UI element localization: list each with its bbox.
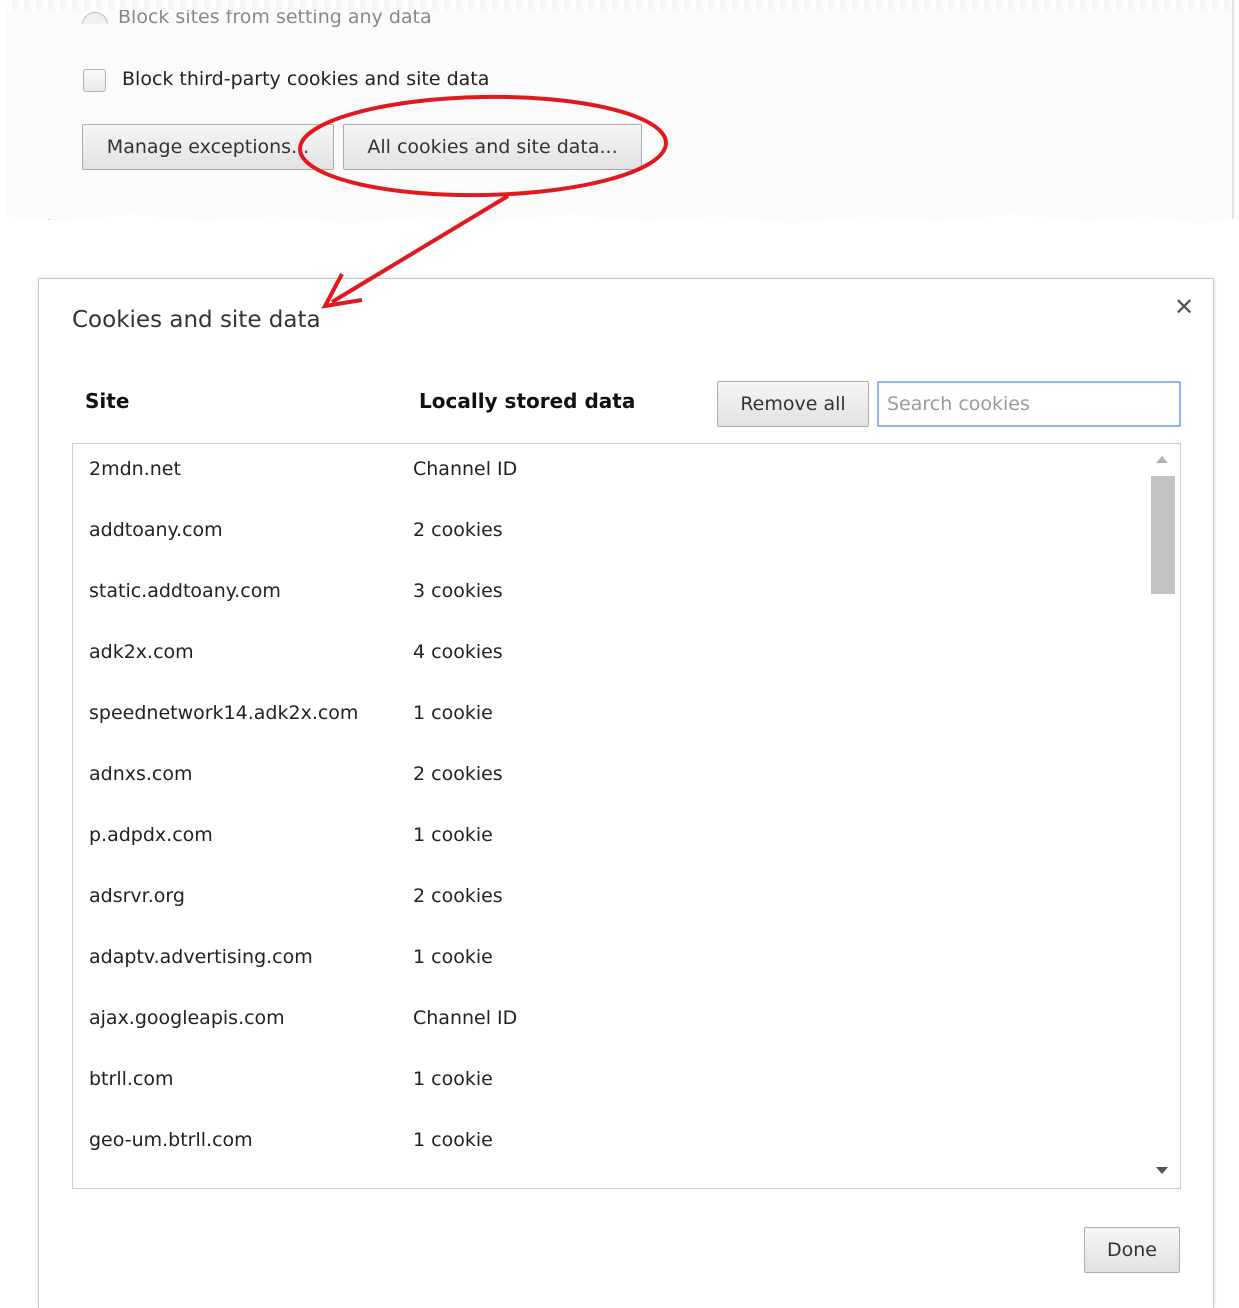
cookie-site: speednetwork14.adk2x.com: [89, 702, 359, 724]
cookie-row[interactable]: ajax.googleapis.com Channel ID: [73, 995, 1143, 1056]
cookie-site: btrll.com: [89, 1068, 174, 1090]
scrollbar[interactable]: [1146, 444, 1180, 1188]
cookie-data: 1 cookie: [413, 702, 493, 724]
cookie-data: 2 cookies: [413, 885, 503, 907]
cookie-site: 2mdn.net: [89, 458, 181, 480]
scroll-up-icon[interactable]: [1156, 456, 1168, 463]
scroll-down-icon[interactable]: [1156, 1167, 1168, 1174]
manage-exceptions-button[interactable]: Manage exceptions...: [82, 124, 334, 170]
cookie-site: adnxs.com: [89, 763, 193, 785]
block-all-label: Block sites from setting any data: [118, 10, 432, 28]
column-header-site: Site: [85, 389, 130, 413]
cookie-row[interactable]: adnxs.com 2 cookies: [73, 751, 1143, 812]
cookie-site: ajax.googleapis.com: [89, 1007, 285, 1029]
cookie-row[interactable]: adsrvr.org 2 cookies: [73, 873, 1143, 934]
cookie-data: 1 cookie: [413, 824, 493, 846]
dialog-title: Cookies and site data: [72, 307, 321, 333]
cookie-row[interactable]: adk2x.com 4 cookies: [73, 629, 1143, 690]
cookie-row[interactable]: btrll.com 1 cookie: [73, 1056, 1143, 1117]
cookie-row[interactable]: static.addtoany.com 3 cookies: [73, 568, 1143, 629]
cookie-row[interactable]: addtoany.com 2 cookies: [73, 507, 1143, 568]
search-cookies-input[interactable]: [877, 381, 1181, 427]
cookies-dialog: Cookies and site data ✕ Site Locally sto…: [38, 278, 1214, 1308]
settings-snippet: Block sites from setting any data Block …: [6, 0, 1234, 238]
cookie-data: Channel ID: [413, 458, 518, 480]
scroll-thumb[interactable]: [1151, 476, 1175, 594]
block-all-radio[interactable]: [82, 12, 108, 24]
cookie-data: 3 cookies: [413, 580, 503, 602]
block-third-party-label: Block third-party cookies and site data: [122, 68, 490, 90]
cookie-data: Channel ID: [413, 1007, 518, 1029]
block-third-party-checkbox[interactable]: [83, 69, 106, 92]
cookie-data: 1 cookie: [413, 1068, 493, 1090]
cookie-row[interactable]: geo-um.btrll.com 1 cookie: [73, 1117, 1143, 1178]
done-button[interactable]: Done: [1084, 1227, 1180, 1273]
cookie-row[interactable]: adaptv.advertising.com 1 cookie: [73, 934, 1143, 995]
cookie-data: 1 cookie: [413, 1129, 493, 1151]
cookie-site: adk2x.com: [89, 641, 194, 663]
cookie-data: 4 cookies: [413, 641, 503, 663]
cookie-data: 1 cookie: [413, 946, 493, 968]
cookie-site: adaptv.advertising.com: [89, 946, 313, 968]
cookie-site: addtoany.com: [89, 519, 223, 541]
cookie-site: p.adpdx.com: [89, 824, 213, 846]
column-header-data: Locally stored data: [419, 389, 636, 413]
cookie-row[interactable]: speednetwork14.adk2x.com 1 cookie: [73, 690, 1143, 751]
torn-edge: [6, 0, 1232, 10]
images-section-heading: Images: [46, 216, 116, 238]
cookie-row[interactable]: 2mdn.net Channel ID: [73, 446, 1143, 507]
cookie-site: geo-um.btrll.com: [89, 1129, 253, 1151]
cookie-row[interactable]: p.adpdx.com 1 cookie: [73, 812, 1143, 873]
cookie-list: geo-um.btrll.com 1 cookie btrll.com 1 cooki…: [72, 443, 1181, 1189]
cookie-data: 2 cookies: [413, 763, 503, 785]
all-cookies-button[interactable]: All cookies and site data...: [343, 124, 642, 170]
cookie-data: 2 cookies: [413, 519, 503, 541]
remove-all-button[interactable]: Remove all: [717, 381, 869, 427]
cookie-site: adsrvr.org: [89, 885, 185, 907]
cookie-site: static.addtoany.com: [89, 580, 281, 602]
close-icon[interactable]: ✕: [1173, 293, 1195, 321]
